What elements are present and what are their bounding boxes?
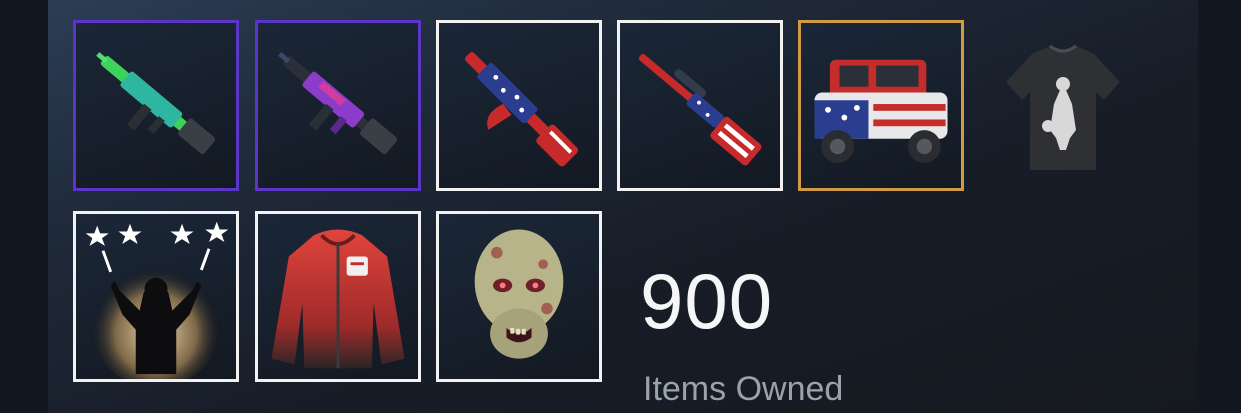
item-slot-red-hoodie[interactable] — [255, 211, 421, 382]
jeep-icon — [814, 59, 948, 163]
flag-ak-icon — [464, 51, 579, 167]
item-slot-zombie-mask[interactable] — [436, 211, 602, 382]
flag-sniper-icon — [638, 54, 762, 166]
emote-icon — [85, 221, 229, 379]
item-slot-purple-rifle[interactable] — [255, 20, 421, 191]
item-slot-flag-ak[interactable] — [436, 20, 602, 191]
items-owned-count: 900 — [640, 257, 774, 345]
item-black-tshirt[interactable] — [980, 20, 1146, 191]
items-owned-label: Items Owned — [643, 370, 844, 408]
item-slot-celebration-emote[interactable] — [73, 211, 239, 382]
tshirt-icon — [1006, 44, 1120, 170]
zombie-mask-icon — [474, 229, 564, 359]
item-slot-green-rifle[interactable] — [73, 20, 239, 191]
green-rifle-icon — [96, 52, 216, 155]
purple-rifle-icon — [278, 52, 398, 155]
item-slot-flag-jeep[interactable] — [798, 20, 964, 191]
hoodie-icon — [271, 229, 405, 369]
item-slot-flag-sniper[interactable] — [617, 20, 783, 191]
